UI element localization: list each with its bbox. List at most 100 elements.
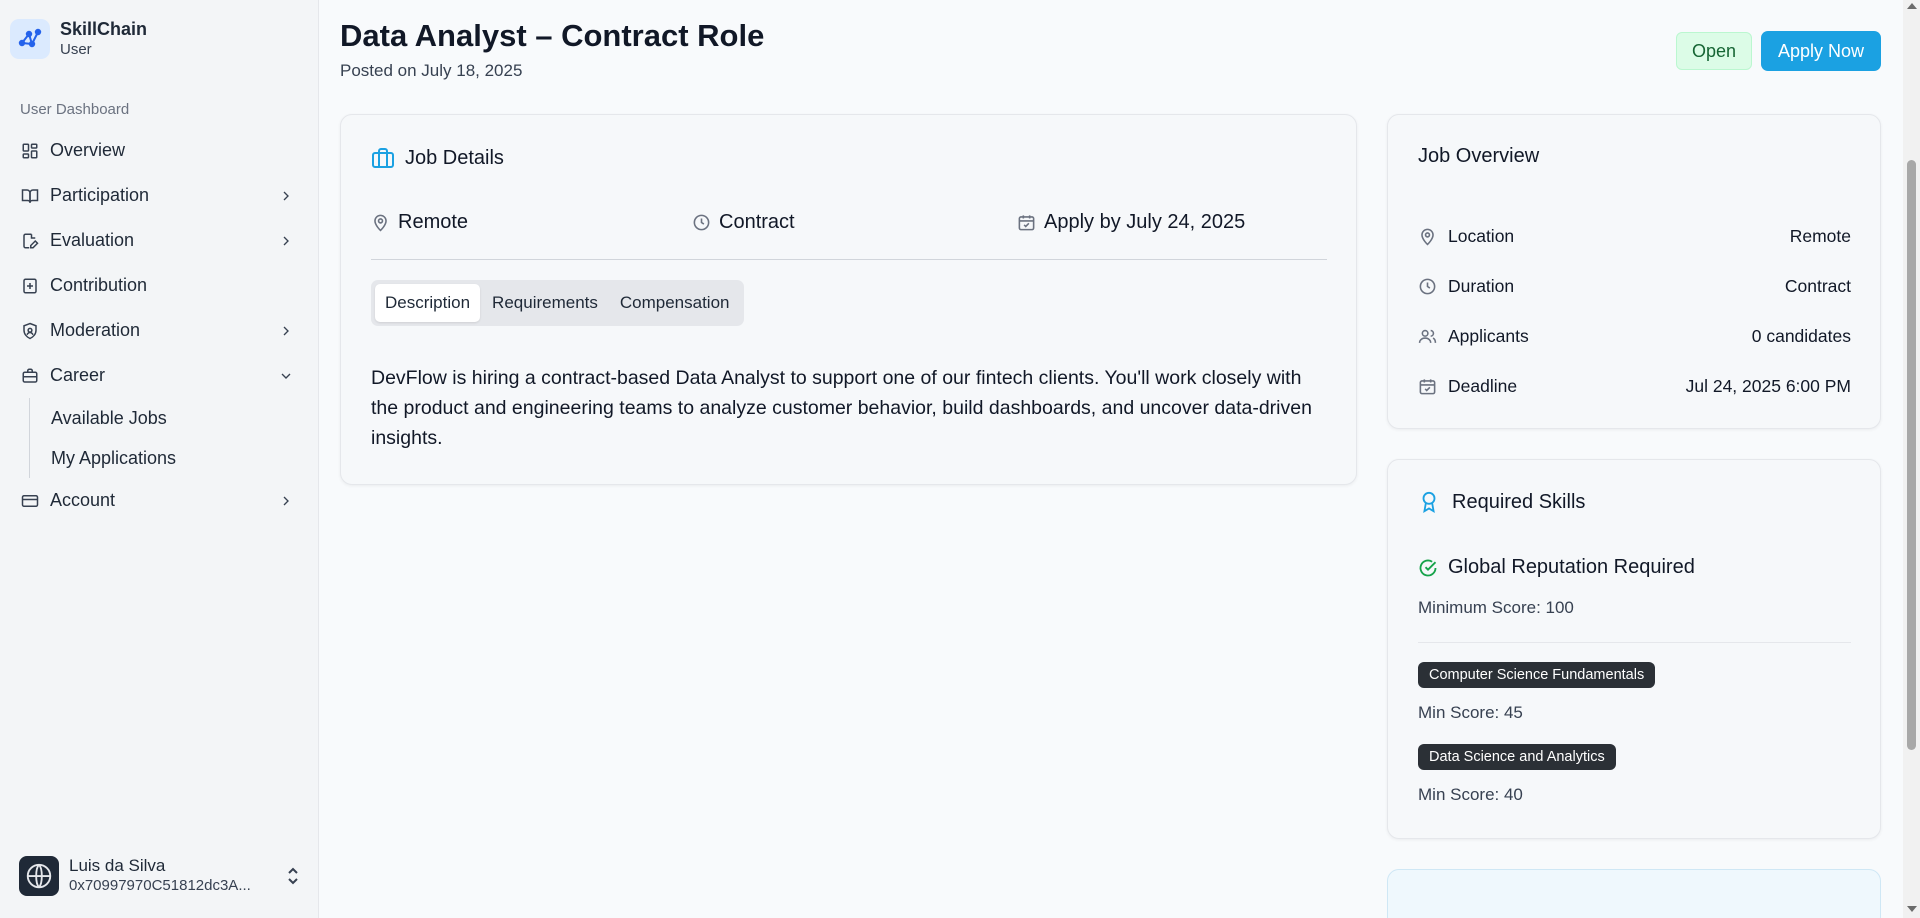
- sidebar-item-participation[interactable]: Participation: [10, 173, 308, 218]
- overview-row-duration: Duration Contract: [1418, 261, 1851, 311]
- scroll-down-icon[interactable]: [1907, 906, 1917, 912]
- tab-requirements[interactable]: Requirements: [482, 284, 608, 322]
- chevron-right-icon: [283, 496, 289, 505]
- global-reputation-label: Global Reputation Required: [1448, 556, 1695, 578]
- required-skills-title: Required Skills: [1452, 490, 1586, 513]
- career-subnav: Available Jobs My Applications: [29, 398, 308, 478]
- sidebar-item-moderation[interactable]: Moderation: [10, 308, 308, 353]
- clock-icon: [693, 214, 710, 231]
- global-min-score: Minimum Score: 100: [1418, 598, 1574, 617]
- brand-name: SkillChain: [60, 19, 148, 39]
- scroll-up-icon[interactable]: [1907, 3, 1917, 9]
- overview-key: Applicants: [1448, 325, 1529, 346]
- overview-row-deadline: Deadline Jul 24, 2025 6:00 PM: [1418, 361, 1851, 411]
- sidebar-subitem-my-applications[interactable]: My Applications: [51, 438, 308, 478]
- job-details-heading: Job Details: [371, 146, 504, 170]
- divider: [1418, 642, 1851, 643]
- posted-date: Posted on July 18, 2025: [340, 61, 523, 80]
- chevron-down-icon: [281, 373, 291, 379]
- tab-compensation[interactable]: Compensation: [610, 284, 740, 322]
- overview-key: Duration: [1448, 275, 1515, 296]
- skillchain-logo-icon: [10, 18, 50, 59]
- chevron-right-icon: [283, 191, 289, 200]
- skill-min-score: Min Score: 45: [1418, 703, 1523, 722]
- brand[interactable]: SkillChain User: [10, 18, 147, 59]
- map-pin-icon: [1418, 226, 1438, 246]
- sidebar-section-label: User Dashboard: [20, 101, 130, 118]
- chevron-right-icon: [283, 326, 289, 335]
- sidebar-item-label: Overview: [50, 140, 126, 160]
- plus-square-icon: [20, 276, 40, 296]
- partial-card: [1387, 869, 1881, 918]
- job-details-title: Job Details: [405, 146, 504, 169]
- user-name: Luis da Silva: [69, 856, 166, 875]
- job-overview-rows: Location Remote Duration Contract Applic…: [1418, 211, 1851, 411]
- job-details-card: Job Details Remote Contract Apply by Jul…: [340, 114, 1357, 485]
- scrollbar[interactable]: [1903, 0, 1920, 918]
- clock-icon: [1418, 276, 1438, 296]
- overview-key: Deadline: [1448, 375, 1518, 396]
- job-apply-by: Apply by July 24, 2025: [1017, 211, 1245, 234]
- sidebar-subitem-available-jobs[interactable]: Available Jobs: [51, 398, 308, 438]
- chevron-right-icon: [283, 236, 289, 245]
- job-tabs: Description Requirements Compensation: [371, 280, 744, 326]
- overview-row-applicants: Applicants 0 candidates: [1418, 311, 1851, 361]
- tab-description[interactable]: Description: [375, 284, 481, 322]
- chevrons-up-down-icon[interactable]: [285, 865, 301, 887]
- sidebar-item-label: Participation: [50, 185, 150, 205]
- job-apply-by-value: Apply by July 24, 2025: [1044, 211, 1246, 233]
- scroll-thumb[interactable]: [1907, 160, 1916, 750]
- job-overview-card: Job Overview Location Remote Duration Co…: [1387, 114, 1881, 429]
- sidebar-item-evaluation[interactable]: Evaluation: [10, 218, 308, 263]
- sidebar-item-label: Contribution: [50, 275, 148, 295]
- sidebar: SkillChain User User Dashboard Overview …: [0, 0, 319, 918]
- calendar-icon: [1418, 376, 1438, 396]
- overview-value: Contract: [1784, 275, 1851, 296]
- job-overview-title: Job Overview: [1418, 145, 1540, 167]
- required-skills-card: Required Skills Global Reputation Requir…: [1387, 459, 1881, 839]
- sidebar-item-label: Evaluation: [50, 230, 135, 250]
- overview-key: Location: [1448, 225, 1515, 246]
- file-edit-icon: [20, 231, 40, 251]
- user-menu[interactable]: Luis da Silva 0x70997970C51812dc3A...: [19, 856, 301, 896]
- overview-value: Remote: [1789, 225, 1851, 246]
- page-title: Data Analyst – Contract Role: [340, 18, 765, 53]
- skill-min-score: Min Score: 40: [1418, 785, 1523, 804]
- overview-value: 0 candidates: [1751, 325, 1851, 346]
- users-icon: [1418, 326, 1438, 346]
- grid-icon: [20, 141, 40, 161]
- job-description: DevFlow is hiring a contract-based Data …: [371, 367, 1312, 449]
- wallet-address: 0x70997970C51812dc3A...: [69, 877, 251, 894]
- divider: [371, 259, 1327, 260]
- briefcase-icon: [372, 148, 394, 168]
- main-content: Data Analyst – Contract Role Posted on J…: [320, 0, 1900, 918]
- sidebar-item-account[interactable]: Account: [10, 478, 308, 523]
- sidebar-item-overview[interactable]: Overview: [10, 128, 308, 173]
- job-location-value: Remote: [398, 211, 469, 233]
- avatar: [19, 856, 59, 896]
- apply-now-button[interactable]: Apply Now: [1761, 31, 1881, 71]
- skill-tag: Computer Science Fundamentals: [1418, 662, 1656, 688]
- overview-row-location: Location Remote: [1418, 211, 1851, 261]
- credit-card-icon: [20, 491, 40, 511]
- job-type-value: Contract: [719, 211, 795, 233]
- calendar-check-icon: [1018, 215, 1035, 231]
- sidebar-item-contribution[interactable]: Contribution: [10, 263, 308, 308]
- map-pin-icon: [374, 214, 387, 232]
- shield-icon: [20, 321, 40, 341]
- check-circle-icon: [1419, 559, 1437, 576]
- briefcase-icon: [20, 366, 40, 386]
- job-location: Remote: [371, 211, 468, 234]
- status-badge: Open: [1676, 32, 1753, 70]
- sidebar-item-career[interactable]: Career: [10, 353, 308, 398]
- sidebar-item-label: Account: [50, 490, 116, 510]
- required-skills-heading: Required Skills: [1418, 490, 1585, 514]
- job-type: Contract: [692, 211, 795, 234]
- sidebar-item-label: Moderation: [50, 320, 141, 340]
- global-reputation: Global Reputation Required: [1418, 556, 1695, 579]
- sidebar-nav: Overview Participation Evaluation Contri…: [10, 128, 308, 523]
- brand-role: User: [60, 41, 92, 58]
- overview-value: Jul 24, 2025 6:00 PM: [1685, 375, 1851, 396]
- award-icon: [1422, 491, 1436, 513]
- sidebar-item-label: Career: [50, 365, 106, 385]
